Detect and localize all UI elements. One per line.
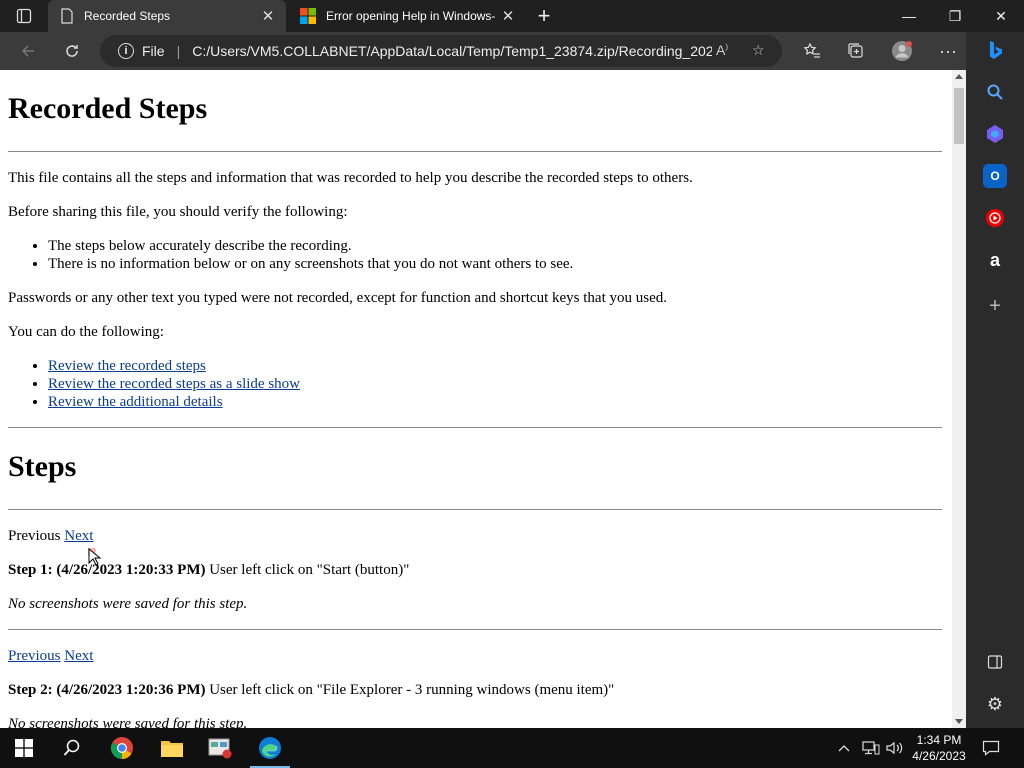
steps-recorder-icon[interactable] <box>196 728 244 768</box>
chrome-icon[interactable] <box>98 728 146 768</box>
intro-text: This file contains all the steps and inf… <box>8 170 693 186</box>
step-label: Step 1: (4/26/2023 1:20:33 PM) <box>8 562 206 578</box>
tab-label: Error opening Help in Windows- <box>326 9 496 23</box>
tab-error-help[interactable]: Error opening Help in Windows- ✕ <box>288 0 526 32</box>
taskbar-clock[interactable]: 1:34 PM 4/26/2023 <box>908 732 970 764</box>
clock-date: 4/26/2023 <box>912 749 966 763</box>
edge-sidebar: O a + ⚙ <box>966 32 1024 728</box>
document-icon <box>61 8 73 24</box>
more-options-icon[interactable]: ··· <box>934 38 962 64</box>
close-tab-icon[interactable]: ✕ <box>500 8 516 25</box>
collections-icon[interactable] <box>842 38 870 64</box>
notifications-icon[interactable] <box>982 728 1000 768</box>
divider <box>8 509 942 510</box>
edge-icon[interactable] <box>246 728 294 768</box>
clock-time: 1:34 PM <box>916 733 962 747</box>
info-icon[interactable]: i <box>118 43 134 59</box>
list-item: Review the additional details <box>48 393 300 411</box>
amazon-icon[interactable]: a <box>983 248 1007 272</box>
step-nav: Previous Next <box>8 648 93 665</box>
slide-show-link[interactable]: Review the recorded steps as a slide sho… <box>48 376 300 392</box>
sidebar-toggle-icon[interactable] <box>983 650 1007 674</box>
tab-recorded-steps[interactable]: Recorded Steps ✕ <box>48 0 286 32</box>
favorites-icon[interactable] <box>798 38 826 64</box>
previous-link[interactable]: Previous <box>8 648 61 664</box>
outlook-icon[interactable]: O <box>983 164 1007 188</box>
review-steps-link[interactable]: Review the recorded steps <box>48 358 206 374</box>
minimize-icon[interactable]: — <box>886 0 932 32</box>
tab-label: Recorded Steps <box>84 9 171 23</box>
page-title: Recorded Steps <box>8 92 208 125</box>
read-aloud-icon[interactable]: A) <box>716 42 728 58</box>
search-icon[interactable] <box>983 80 1007 104</box>
scroll-up-icon[interactable] <box>955 74 963 79</box>
youtube-music-icon[interactable] <box>983 206 1007 230</box>
close-tab-icon[interactable]: ✕ <box>260 8 276 25</box>
mouse-cursor-icon <box>86 546 104 573</box>
url-text[interactable]: C:/Users/VM5.COLLABNET/AppData/Local/Tem… <box>192 43 712 59</box>
scroll-down-icon[interactable] <box>955 719 963 724</box>
refresh-icon[interactable] <box>58 38 86 64</box>
divider <box>8 151 942 152</box>
show-hidden-icons[interactable] <box>838 728 850 768</box>
browser-toolbar: i File | C:/Users/VM5.COLLABNET/AppData/… <box>0 32 1024 70</box>
scheme-label: File <box>142 43 165 59</box>
list-item: Review the recorded steps <box>48 357 300 375</box>
do-heading: You can do the following: <box>8 324 164 340</box>
passwords-note: Passwords or any other text you typed we… <box>8 290 667 306</box>
scroll-thumb[interactable] <box>954 88 964 144</box>
copilot-icon[interactable] <box>983 122 1007 146</box>
microsoft-logo-icon <box>300 8 316 24</box>
file-explorer-icon[interactable] <box>148 728 196 768</box>
address-bar[interactable]: i File | C:/Users/VM5.COLLABNET/AppData/… <box>100 35 782 67</box>
verify-list: The steps below accurately describe the … <box>48 237 573 273</box>
back-icon[interactable] <box>14 38 42 64</box>
next-link[interactable]: Next <box>64 528 93 544</box>
step-note: No screenshots were saved for this step. <box>8 716 248 728</box>
tab-actions-icon[interactable] <box>8 4 40 28</box>
network-icon[interactable] <box>862 728 880 768</box>
divider <box>8 427 942 428</box>
step-text: User left click on "Start (button)" <box>205 562 410 578</box>
page-scrollbar[interactable] <box>952 70 966 728</box>
next-link[interactable]: Next <box>64 648 93 664</box>
close-window-icon[interactable]: ✕ <box>978 0 1024 32</box>
step-note: No screenshots were saved for this step. <box>8 596 248 612</box>
start-button[interactable] <box>0 728 48 768</box>
step-text: User left click on "File Explorer - 3 ru… <box>205 682 615 698</box>
verify-heading: Before sharing this file, you should ver… <box>8 204 348 220</box>
windows-taskbar: 1:34 PM 4/26/2023 <box>0 728 1024 768</box>
profile-avatar[interactable] <box>888 38 916 64</box>
additional-details-link[interactable]: Review the additional details <box>48 394 223 410</box>
new-tab-icon[interactable]: + <box>532 3 556 28</box>
steps-heading: Steps <box>8 450 77 483</box>
step-label: Step 2: (4/26/2023 1:20:36 PM) <box>8 682 206 698</box>
list-item: Review the recorded steps as a slide sho… <box>48 375 300 393</box>
settings-gear-icon[interactable]: ⚙ <box>983 692 1007 716</box>
restore-icon[interactable]: ❐ <box>932 0 978 32</box>
step-description: Step 1: (4/26/2023 1:20:33 PM) User left… <box>8 562 409 579</box>
divider <box>8 629 942 630</box>
list-item: There is no information below or on any … <box>48 255 573 273</box>
volume-icon[interactable] <box>886 728 904 768</box>
bing-chat-icon[interactable] <box>983 38 1007 62</box>
add-icon[interactable]: + <box>983 294 1007 318</box>
tab-strip: Recorded Steps ✕ Error opening Help in W… <box>0 0 1024 32</box>
step-nav: Previous Next <box>8 528 93 545</box>
step-description: Step 2: (4/26/2023 1:20:36 PM) User left… <box>8 682 614 699</box>
favorite-star-icon[interactable]: ☆ <box>752 42 765 59</box>
search-icon[interactable] <box>48 728 96 768</box>
previous-label: Previous <box>8 528 61 544</box>
page-content: Recorded Steps This file contains all th… <box>0 70 952 728</box>
divider: | <box>176 43 181 59</box>
links-list: Review the recorded steps Review the rec… <box>48 357 300 411</box>
list-item: The steps below accurately describe the … <box>48 237 573 255</box>
